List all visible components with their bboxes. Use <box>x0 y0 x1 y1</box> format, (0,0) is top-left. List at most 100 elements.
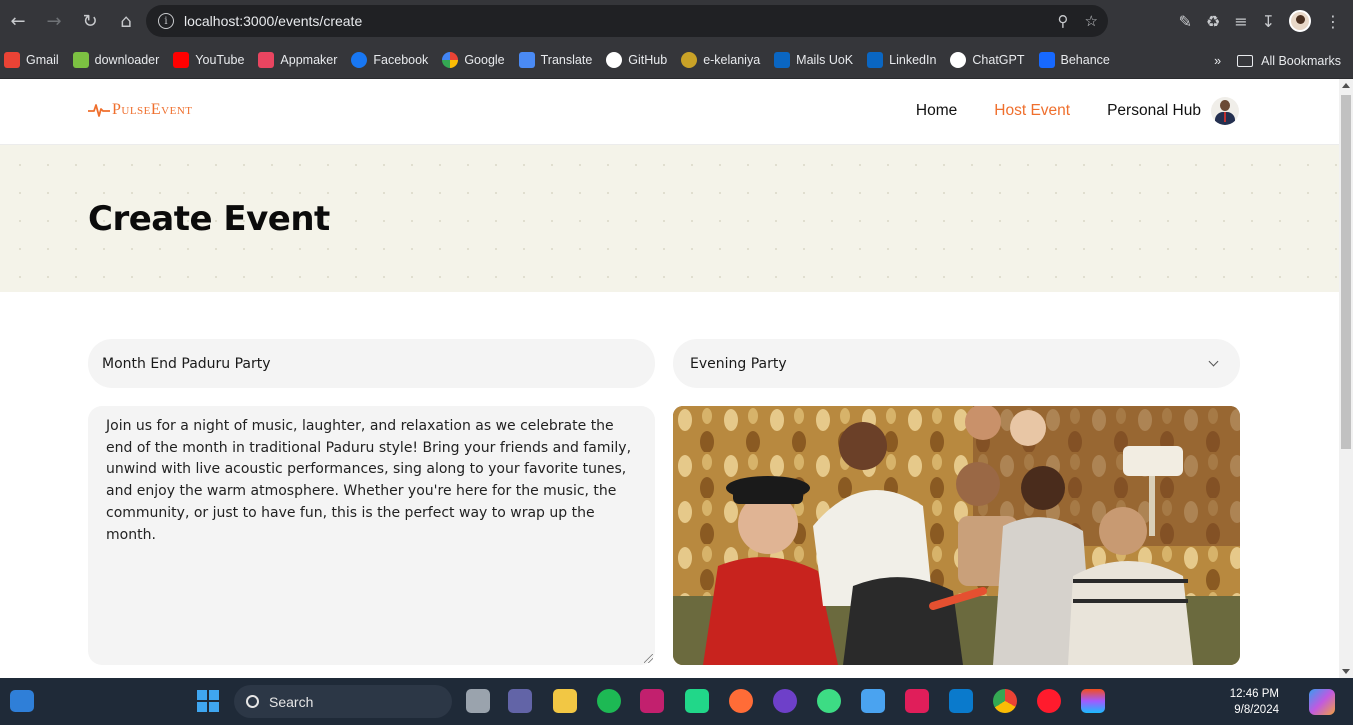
nav-host-event[interactable]: Host Event <box>994 102 1070 120</box>
behance-icon <box>1038 52 1055 68</box>
bookmark-facebook[interactable]: Facebook <box>351 52 428 68</box>
copilot-icon[interactable] <box>1309 689 1335 715</box>
resize-handle[interactable] <box>644 654 653 663</box>
start-button[interactable] <box>197 690 219 712</box>
event-description-textarea[interactable]: Join us for a night of music, laughter, … <box>88 406 655 665</box>
main-nav: Home Host Event Personal Hub <box>879 97 1239 125</box>
bookmark-gmail[interactable]: Gmail <box>4 52 59 68</box>
bookmark-linkedin[interactable]: LinkedIn <box>867 52 936 68</box>
clock-time: 12:46 PM <box>1229 688 1279 700</box>
pulse-icon <box>88 104 110 117</box>
menu-kebab-icon[interactable]: ⋮ <box>1325 12 1341 31</box>
file-explorer-icon[interactable] <box>553 689 577 713</box>
facebook-icon <box>351 52 368 68</box>
bookmark-youtube[interactable]: YouTube <box>173 52 244 68</box>
bookmark-e-kelaniya[interactable]: e-kelaniya <box>681 52 760 68</box>
page-title: Create Event <box>88 199 330 239</box>
bookmark-label: Appmaker <box>280 53 338 67</box>
pycharm-icon[interactable] <box>685 689 709 713</box>
spotify-icon[interactable] <box>597 689 621 713</box>
gmail-icon <box>4 52 20 68</box>
all-bookmarks-label: All Bookmarks <box>1261 53 1341 68</box>
eyedropper-icon[interactable]: ✎ <box>1178 12 1191 31</box>
url-text[interactable]: localhost:3000/events/create <box>184 13 362 29</box>
site-header: PulseEvent Home Host Event Personal Hub <box>0 79 1339 145</box>
taskbar-search-label: Search <box>269 693 314 710</box>
bookmarks-bar: Gmail downloader YouTube Appmaker Facebo… <box>0 42 1353 79</box>
site-info-icon[interactable]: i <box>158 13 174 29</box>
chevron-down-icon <box>1208 356 1219 367</box>
bookmark-label: Translate <box>540 53 593 67</box>
postman-icon[interactable] <box>729 689 753 713</box>
translate-icon <box>518 52 535 68</box>
intellij-icon[interactable] <box>640 689 664 713</box>
github-desktop-icon[interactable] <box>773 689 797 713</box>
e-kelaniya-icon <box>681 52 698 68</box>
bookmark-behance[interactable]: Behance <box>1038 52 1110 68</box>
vscode-icon[interactable] <box>949 689 973 713</box>
bookmark-translate[interactable]: Translate <box>518 52 593 68</box>
google-icon <box>442 52 459 68</box>
clock-date: 9/8/2024 <box>1234 704 1279 716</box>
reload-icon[interactable]: ↻ <box>72 0 108 42</box>
home-icon[interactable]: ⌂ <box>108 0 144 42</box>
party-photo-illustration <box>673 406 1240 665</box>
profile-avatar[interactable] <box>1289 10 1311 32</box>
zoom-icon[interactable]: ⚲ <box>1058 12 1069 30</box>
bookmark-star-icon[interactable]: ☆ <box>1085 12 1098 30</box>
chrome-icon[interactable] <box>993 689 1017 713</box>
ms-store-icon[interactable] <box>861 689 885 713</box>
bookmark-label: ChatGPT <box>972 53 1025 67</box>
download-icon[interactable]: ↧ <box>1262 12 1275 31</box>
bookmark-chatgpt[interactable]: ChatGPT <box>950 52 1025 68</box>
bookmark-label: Facebook <box>373 53 429 67</box>
logo-text: PulseEvent <box>112 101 193 118</box>
taskbar-search[interactable]: Search <box>234 685 452 718</box>
page-viewport: PulseEvent Home Host Event Personal Hub … <box>0 79 1339 678</box>
linkedin-icon <box>867 52 884 68</box>
opera-icon[interactable] <box>1037 689 1061 713</box>
outlook-icon <box>774 52 791 68</box>
system-clock[interactable]: 12:46 PM 9/8/2024 <box>1230 686 1279 718</box>
bookmark-label: GitHub <box>628 53 668 67</box>
bookmark-label: YouTube <box>195 53 245 67</box>
slack-icon[interactable] <box>905 689 929 713</box>
bookmark-github[interactable]: GitHub <box>606 52 667 68</box>
task-view-icon[interactable] <box>466 689 490 713</box>
android-studio-icon[interactable] <box>817 689 841 713</box>
bookmark-label: Google <box>464 53 505 67</box>
bookmark-label: e-kelaniya <box>703 53 761 67</box>
extensions-icon[interactable]: ♻ <box>1206 12 1220 31</box>
downloader-icon <box>72 52 89 68</box>
all-bookmarks-button[interactable]: All Bookmarks <box>1237 54 1341 68</box>
more-bookmarks-icon[interactable]: » <box>1214 54 1221 68</box>
teams-icon[interactable] <box>508 689 532 713</box>
bookmark-label: downloader <box>94 53 160 67</box>
scroll-down-icon[interactable] <box>1342 669 1350 674</box>
bookmark-downloader[interactable]: downloader <box>72 52 160 68</box>
user-avatar[interactable] <box>1211 97 1239 125</box>
reading-list-icon[interactable]: ≡ <box>1234 12 1247 31</box>
search-icon <box>246 695 259 708</box>
page-scrollbar[interactable] <box>1339 79 1353 678</box>
figma-icon[interactable] <box>1081 689 1105 713</box>
youtube-icon <box>173 52 190 68</box>
nav-personal-hub[interactable]: Personal Hub <box>1107 102 1201 120</box>
nav-home[interactable]: Home <box>916 102 957 120</box>
bookmark-mails-uok[interactable]: Mails UoK <box>774 52 853 68</box>
back-arrow-icon[interactable]: ← <box>0 0 36 42</box>
github-icon <box>606 52 623 68</box>
appmaker-icon <box>258 52 275 68</box>
bookmark-google[interactable]: Google <box>442 52 505 68</box>
event-title-input[interactable]: Month End Paduru Party <box>88 339 655 388</box>
event-cover-photo[interactable] <box>673 406 1240 665</box>
forward-arrow-icon[interactable]: → <box>36 0 72 42</box>
scroll-up-icon[interactable] <box>1342 83 1350 88</box>
scroll-thumb[interactable] <box>1341 95 1351 449</box>
site-logo[interactable]: PulseEvent <box>88 101 193 119</box>
bookmark-appmaker[interactable]: Appmaker <box>258 52 337 68</box>
event-type-select[interactable]: Evening Party <box>673 339 1240 388</box>
address-bar[interactable]: i localhost:3000/events/create ⚲ ☆ <box>146 5 1108 37</box>
browser-toolbar: ← → ↻ ⌂ i localhost:3000/events/create ⚲… <box>0 0 1353 42</box>
widgets-icon[interactable] <box>10 690 34 712</box>
